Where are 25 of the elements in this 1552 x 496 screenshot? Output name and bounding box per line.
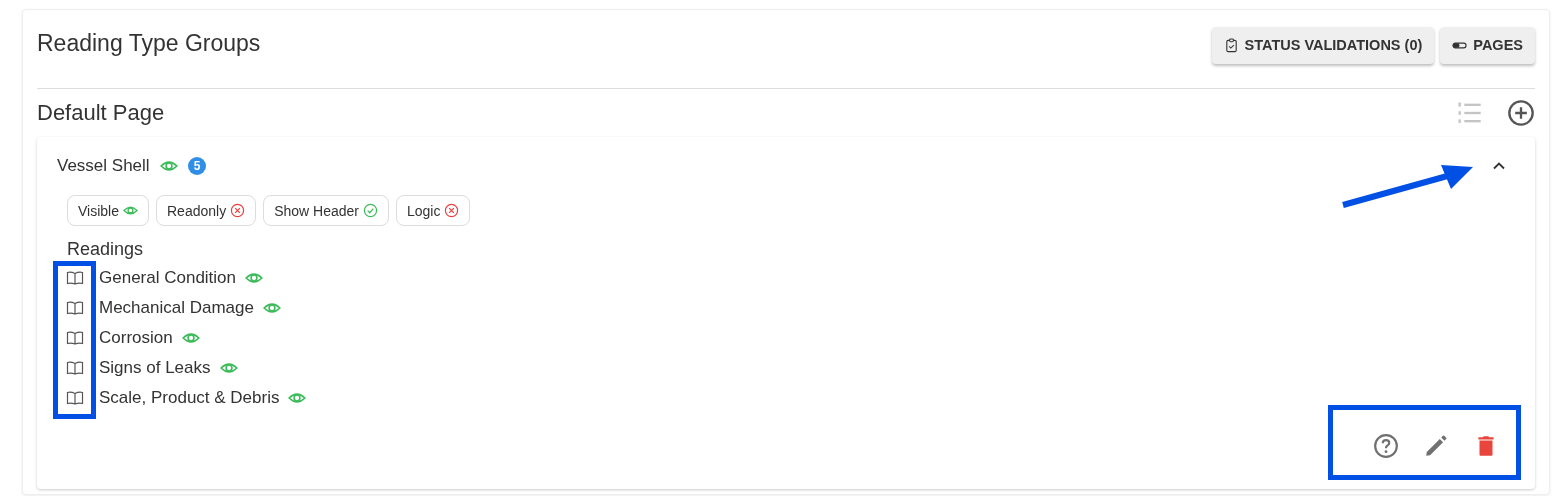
- count-badge: 5: [187, 157, 207, 175]
- book-icon[interactable]: [66, 270, 84, 286]
- status-validations-button[interactable]: STATUS VALIDATIONS (0): [1211, 26, 1435, 64]
- flag-label: Readonly: [167, 202, 227, 219]
- flag-label: Show Header: [274, 202, 359, 219]
- book-icon[interactable]: [66, 360, 84, 376]
- flag-label: Logic: [407, 202, 441, 219]
- book-icon[interactable]: [66, 330, 84, 346]
- reading-label[interactable]: Corrosion: [99, 328, 173, 348]
- add-icon[interactable]: [1507, 99, 1535, 127]
- help-icon[interactable]: [1373, 433, 1399, 459]
- reading-label[interactable]: Signs of Leaks: [99, 358, 211, 378]
- pages-button[interactable]: PAGES: [1440, 26, 1535, 64]
- reading-label[interactable]: Mechanical Damage: [99, 298, 254, 318]
- reading-label[interactable]: General Condition: [99, 268, 237, 288]
- book-icon[interactable]: [66, 300, 84, 316]
- group-title: Vessel Shell: [57, 156, 150, 176]
- pencil-icon[interactable]: [1423, 433, 1449, 459]
- panel-title: Reading Type Groups: [37, 29, 261, 57]
- section-title: Readings: [67, 239, 145, 260]
- reading-label[interactable]: Scale, Product & Debris: [99, 388, 280, 408]
- flag-label: Visible: [78, 202, 119, 219]
- clipboard-icon: [1223, 37, 1239, 53]
- book-icon[interactable]: [66, 390, 84, 406]
- page-title: Default Page: [37, 100, 165, 126]
